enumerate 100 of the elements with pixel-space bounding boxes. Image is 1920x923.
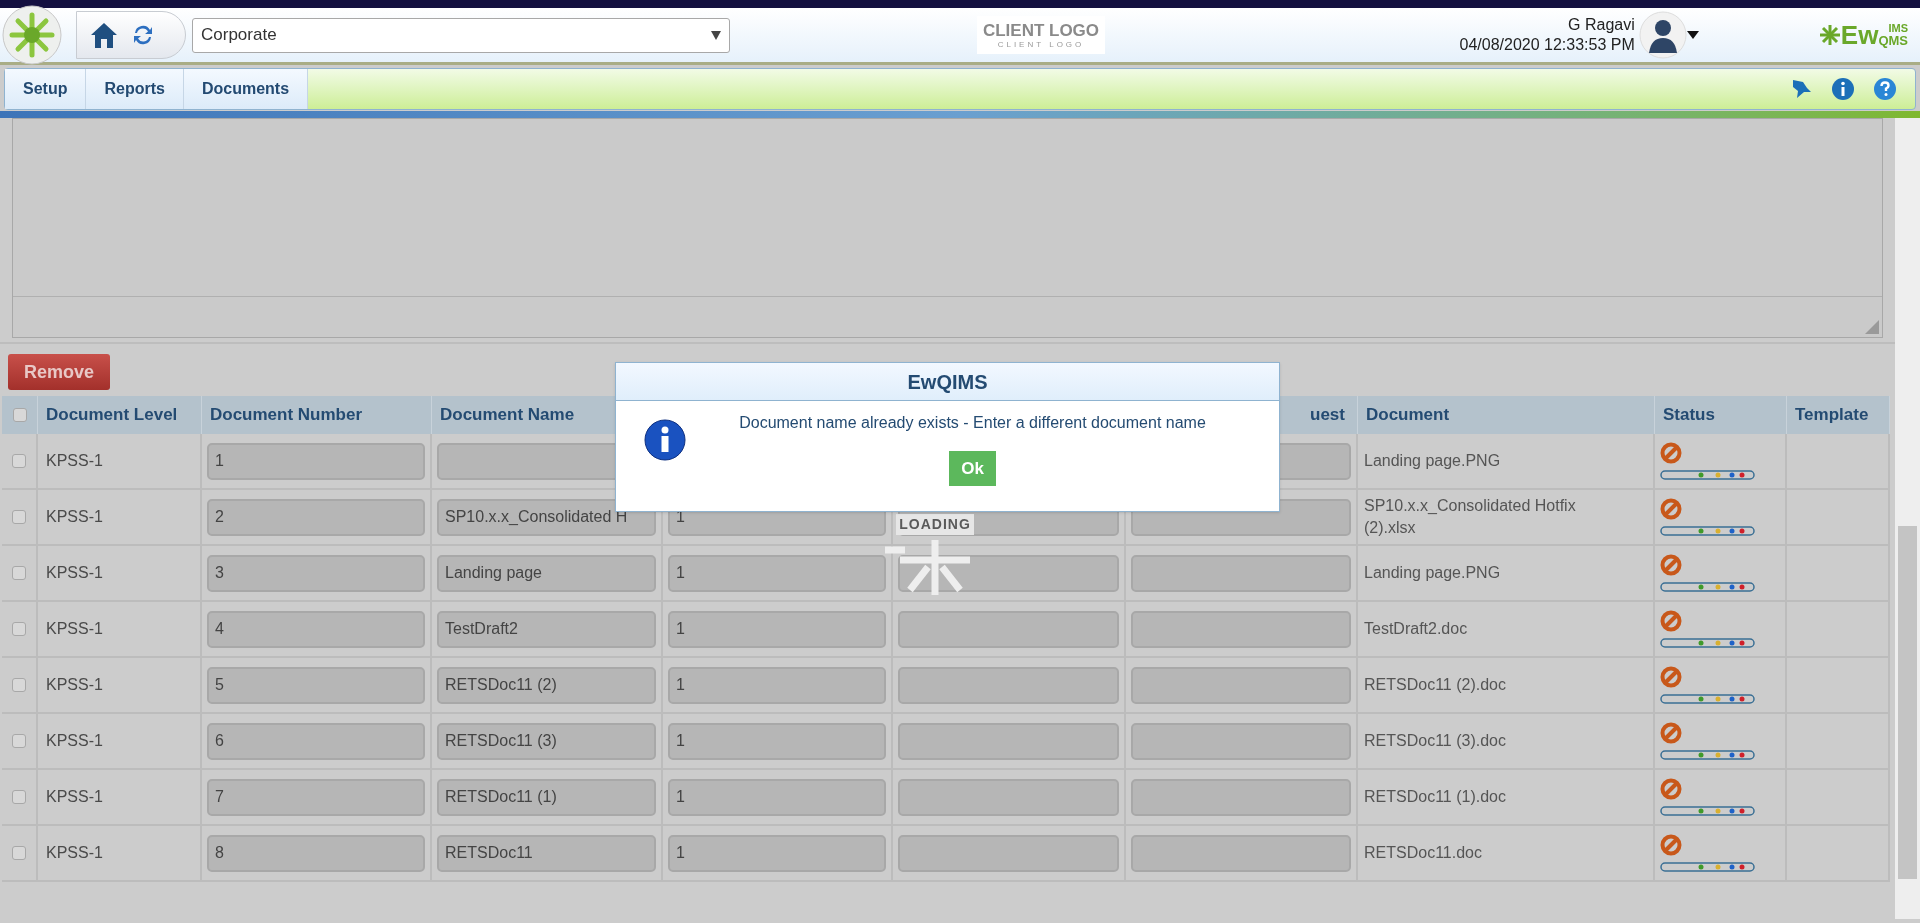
client-logo-subtitle: CLIENT LOGO [997,40,1085,49]
table-cell-text: RETSDoc11 (3).doc [1363,731,1506,751]
input-field[interactable]: 1 [668,722,886,760]
column-header[interactable]: Document [1366,402,1450,428]
input-field[interactable] [898,778,1119,816]
input-field[interactable] [1131,610,1351,648]
app-logo-icon[interactable] [2,5,62,65]
dropdown-caret-icon [711,30,721,40]
nav-tab[interactable]: Setup [5,69,87,109]
checkbox[interactable] [12,408,27,422]
input-field[interactable]: RETSDoc11 (3) [437,722,656,760]
input-field[interactable]: 2 [207,498,425,536]
input-field[interactable] [898,610,1119,648]
column-header[interactable]: Document Number [210,402,363,428]
table-cell-text: SP10.x.x_Consolidated Hotfix (2).xlsx [1363,496,1577,538]
user-name: G Ragavi [1568,15,1635,35]
column-header[interactable]: uest [1310,402,1345,428]
prohibited-icon[interactable] [1660,554,1682,576]
input-field[interactable] [898,666,1119,704]
input-field[interactable] [1131,834,1351,872]
input-field[interactable]: Landing page [437,554,656,592]
input-field[interactable]: 8 [207,834,425,872]
loading-label: LOADING [896,514,974,535]
table-cell-text: KPSS-1 [45,451,103,471]
input-field[interactable]: 1 [668,834,886,872]
asterisk-icon [1818,24,1841,46]
input-field[interactable]: 6 [207,722,425,760]
brand-text: IMS [1887,23,1908,34]
table-cell-text: KPSS-1 [45,619,103,639]
nav-tab[interactable]: Reports [86,69,184,109]
brand-text: QMS [1878,34,1908,47]
column-header[interactable]: Document Name [440,402,575,428]
input-field[interactable] [898,834,1119,872]
table-cell-text: KPSS-1 [45,507,103,527]
input-field[interactable]: RETSDoc11 (1) [437,778,656,816]
user-avatar-icon[interactable] [1638,11,1687,59]
table-cell-text: RETSDoc11.doc [1363,843,1482,863]
checkbox[interactable] [12,510,26,524]
input-field[interactable]: 1 [668,666,886,704]
location-dropdown[interactable]: Corporate [192,17,730,53]
table-cell-text: RETSDoc11 (1).doc [1363,787,1506,807]
column-header[interactable]: Template [1795,402,1869,428]
table-cell-text: TestDraft2.doc [1363,619,1468,639]
caret-icon[interactable] [1686,31,1699,39]
client-logo-title: CLIENT LOGO [982,21,1100,39]
remove-button[interactable]: Remove [8,354,111,390]
input-field[interactable]: 3 [207,554,425,592]
checkbox[interactable] [12,846,26,860]
input-field[interactable]: 1 [668,778,886,816]
input-field[interactable]: RETSDoc11 [437,834,656,872]
prohibited-icon[interactable] [1660,442,1682,464]
prohibited-icon[interactable] [1660,666,1682,688]
table-cell-text: Landing page.PNG [1363,451,1501,471]
prohibited-icon[interactable] [1660,498,1682,520]
scrollbar[interactable] [1895,118,1920,919]
input-field[interactable] [1131,778,1351,816]
table-cell-text: KPSS-1 [45,731,103,751]
input-field[interactable] [1131,666,1351,704]
table-cell-text: KPSS-1 [45,843,103,863]
checkbox[interactable] [12,566,26,580]
input-field[interactable]: 7 [207,778,425,816]
checkbox[interactable] [12,790,26,804]
info-icon[interactable] [1831,77,1855,101]
prohibited-icon[interactable] [1660,778,1682,800]
refresh-icon[interactable] [131,23,155,47]
dialog-message: Document name already exists - Enter a different document name [739,413,1206,433]
prohibited-icon[interactable] [1660,610,1682,632]
input-field[interactable]: 5 [207,666,425,704]
input-field[interactable]: 1 [668,554,886,592]
input-field[interactable]: RETSDoc11 (2) [437,666,656,704]
checkbox[interactable] [12,454,26,468]
info-icon [644,419,686,461]
checkbox[interactable] [12,622,26,636]
table-cell-text: Landing page.PNG [1363,563,1501,583]
input-field[interactable] [1131,554,1351,592]
column-header[interactable]: Document Level [46,402,178,428]
help-icon[interactable] [1873,77,1897,101]
resize-handle-icon[interactable] [1865,320,1879,334]
input-field[interactable]: TestDraft2 [437,610,656,648]
column-header[interactable]: Status [1663,402,1715,428]
input-field[interactable] [898,722,1119,760]
input-field[interactable]: 1 [207,442,425,480]
table-cell-text: RETSDoc11 (2).doc [1363,675,1506,695]
checkbox[interactable] [12,678,26,692]
input-field[interactable] [1131,722,1351,760]
input-field[interactable]: 4 [207,610,425,648]
nav-tab[interactable]: Documents [183,69,309,109]
input-field[interactable]: 1 [668,610,886,648]
date-time: 04/08/2020 12:33:53 PM [1459,35,1635,55]
prohibited-icon[interactable] [1660,722,1682,744]
table-cell-text: KPSS-1 [45,787,103,807]
text-area[interactable] [12,118,1883,338]
table-cell-text: KPSS-1 [45,675,103,695]
home-icon[interactable] [89,21,119,49]
dropdown-value: Corporate [201,24,277,47]
dialog-title: EwQIMS [616,363,1279,401]
prohibited-icon[interactable] [1660,834,1682,856]
brand-text: Ew [1840,22,1879,48]
checkbox[interactable] [12,734,26,748]
table-cell-text: KPSS-1 [45,563,103,583]
